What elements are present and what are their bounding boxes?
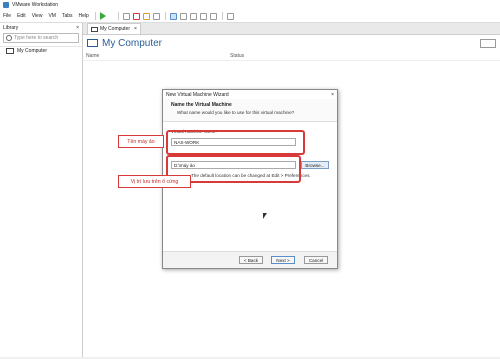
library-panel: Library × Type here to search My Compute… bbox=[0, 23, 83, 357]
stretch-guest-icon[interactable] bbox=[227, 12, 235, 20]
menu-edit[interactable]: Edit bbox=[14, 13, 29, 19]
menu-bar: File Edit View VM Tabs Help bbox=[0, 10, 500, 23]
library-tree: My Computer bbox=[0, 46, 82, 55]
power-on-icon[interactable] bbox=[100, 12, 107, 20]
tab-label: My Computer bbox=[100, 26, 131, 32]
close-icon[interactable]: × bbox=[134, 26, 137, 32]
snapshot-icon[interactable] bbox=[133, 12, 141, 20]
dialog-subheading: What name would you like to use for this… bbox=[177, 110, 295, 115]
location-callout: Vị trí lưu trên ổ cứng bbox=[118, 175, 191, 188]
revert-snapshot-icon[interactable] bbox=[143, 12, 151, 20]
close-icon[interactable]: × bbox=[76, 25, 79, 31]
page-title: My Computer bbox=[102, 37, 163, 49]
menu-view[interactable]: View bbox=[29, 13, 46, 19]
browse-button[interactable]: Browse... bbox=[301, 161, 329, 169]
send-keys-icon[interactable] bbox=[123, 12, 131, 20]
unity-icon[interactable] bbox=[210, 12, 218, 20]
cancel-button[interactable]: Cancel bbox=[304, 256, 328, 264]
thumbnail-bar-icon[interactable] bbox=[180, 12, 188, 20]
dropdown-icon[interactable] bbox=[109, 13, 113, 20]
console-view-icon[interactable] bbox=[190, 12, 198, 20]
dialog-footer: < Back Next > Cancel bbox=[163, 251, 337, 268]
column-header: Name Status bbox=[83, 51, 500, 61]
tab-my-computer[interactable]: My Computer × bbox=[87, 23, 141, 34]
menu-file[interactable]: File bbox=[0, 13, 14, 19]
full-screen-icon[interactable] bbox=[200, 12, 208, 20]
tree-item-my-computer[interactable]: My Computer bbox=[0, 47, 82, 55]
tab-strip: My Computer × bbox=[83, 23, 500, 35]
computer-icon bbox=[87, 39, 98, 47]
dialog-heading: Name the Virtual Machine bbox=[171, 102, 232, 108]
toolbar-separator bbox=[117, 12, 119, 20]
library-header: Library × bbox=[0, 23, 82, 32]
library-title: Library bbox=[3, 24, 19, 31]
title-bar: VMware Workstation bbox=[0, 0, 500, 10]
menu-vm[interactable]: VM bbox=[45, 13, 59, 19]
tree-item-label: My Computer bbox=[17, 48, 48, 54]
next-button[interactable]: Next > bbox=[271, 256, 295, 264]
vm-name-callout: Tên máy ảo bbox=[118, 135, 164, 148]
vm-name-highlight bbox=[166, 130, 305, 155]
close-icon[interactable]: × bbox=[331, 92, 334, 98]
library-search[interactable]: Type here to search bbox=[3, 33, 79, 43]
menu-help[interactable]: Help bbox=[76, 13, 92, 19]
column-name[interactable]: Name bbox=[86, 53, 99, 59]
mouse-cursor-icon bbox=[263, 213, 267, 219]
dialog-title: New Virtual Machine Wizard bbox=[166, 91, 229, 98]
column-status[interactable]: Status bbox=[230, 53, 244, 59]
show-library-icon[interactable] bbox=[170, 12, 178, 20]
computer-icon bbox=[91, 26, 98, 32]
app-title: VMware Workstation bbox=[12, 2, 59, 8]
toolbar-separator bbox=[94, 12, 96, 20]
back-button[interactable]: < Back bbox=[239, 256, 263, 264]
dialog-header: Name the Virtual Machine What name would… bbox=[163, 99, 337, 122]
dialog-titlebar: New Virtual Machine Wizard × bbox=[163, 90, 337, 99]
menu-tabs[interactable]: Tabs bbox=[59, 13, 76, 19]
snapshot-manager-icon[interactable] bbox=[153, 12, 161, 20]
toolbar-separator bbox=[164, 12, 166, 20]
search-input[interactable]: Type here to search bbox=[14, 35, 58, 41]
vmware-logo-icon bbox=[3, 2, 9, 8]
computer-icon bbox=[6, 48, 14, 54]
page-title-wrap: My Computer bbox=[87, 38, 162, 49]
view-mode-button[interactable] bbox=[480, 38, 496, 48]
toolbar-separator bbox=[221, 12, 223, 20]
page-header: My Computer bbox=[83, 35, 500, 51]
search-icon bbox=[6, 35, 12, 41]
